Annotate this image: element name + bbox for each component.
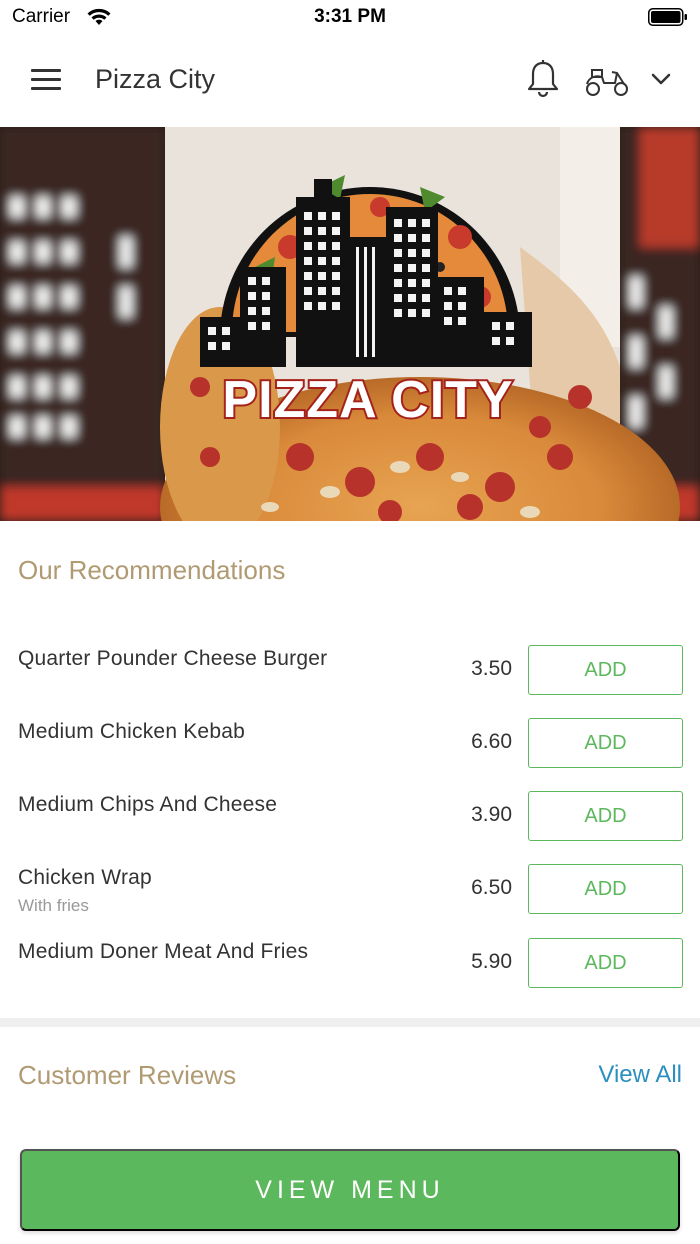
item-price: 3.90 — [471, 803, 512, 826]
add-button[interactable]: ADD — [528, 864, 683, 914]
item-subtitle: With fries — [18, 896, 89, 915]
item-name: Chicken Wrap — [18, 866, 152, 889]
add-button[interactable]: ADD — [528, 718, 683, 768]
bell-icon[interactable] — [524, 58, 562, 100]
banner-logo-text: PIZZA CITY — [222, 371, 513, 429]
list-item: Medium Doner Meat And Fries 5.90 ADD — [0, 938, 700, 1000]
item-price: 6.50 — [471, 876, 512, 899]
scooter-icon[interactable] — [584, 62, 630, 98]
view-menu-button[interactable]: VIEW MENU — [20, 1149, 680, 1231]
view-all-reviews-link[interactable]: View All — [598, 1061, 682, 1089]
reviews-title: Customer Reviews — [18, 1060, 237, 1090]
item-name: Medium Chips And Cheese — [18, 793, 278, 816]
list-item: Chicken Wrap With fries 6.50 ADD — [0, 864, 700, 926]
add-button[interactable]: ADD — [528, 645, 683, 695]
banner-image: PIZZA CITY — [0, 127, 700, 521]
list-item: Quarter Pounder Cheese Burger 3.50 ADD — [0, 645, 700, 707]
app-header: Pizza City — [0, 34, 700, 127]
item-name: Medium Doner Meat And Fries — [18, 940, 309, 963]
item-name: Medium Chicken Kebab — [18, 720, 245, 743]
menu-icon[interactable] — [31, 69, 63, 91]
item-name: Quarter Pounder Cheese Burger — [18, 647, 328, 670]
battery-icon — [648, 8, 687, 26]
clock: 3:31 PM — [314, 6, 386, 27]
item-price: 6.60 — [471, 730, 512, 753]
add-button[interactable]: ADD — [528, 938, 683, 988]
chevron-down-icon[interactable] — [648, 68, 674, 90]
restaurant-banner: PIZZA CITY — [0, 127, 700, 521]
recommendations-title: Our Recommendations — [18, 555, 286, 585]
list-item: Medium Chips And Cheese 3.90 ADD — [0, 791, 700, 853]
status-bar: Carrier 3:31 PM — [0, 0, 700, 34]
page-title: Pizza City — [95, 64, 216, 94]
item-price: 3.50 — [471, 657, 512, 680]
item-price: 5.90 — [471, 950, 512, 973]
list-item: Medium Chicken Kebab 6.60 ADD — [0, 718, 700, 780]
section-divider — [0, 1018, 700, 1027]
add-button[interactable]: ADD — [528, 791, 683, 841]
